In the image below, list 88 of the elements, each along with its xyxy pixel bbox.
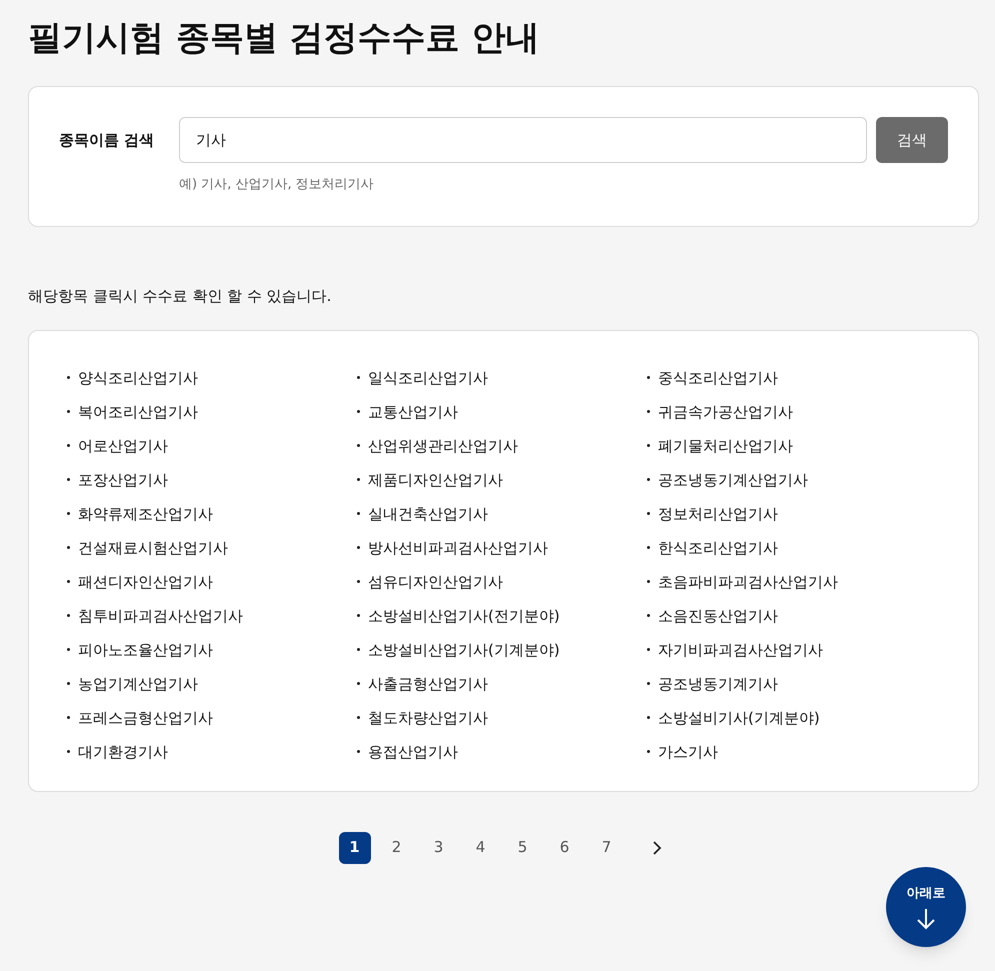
list-link[interactable]: 사출금형산업기사 (357, 672, 647, 694)
bullet-icon (357, 716, 360, 719)
bullet-icon (67, 580, 70, 583)
list-link[interactable]: 실내건축산업기사 (357, 502, 647, 524)
list-link[interactable]: 소방설비산업기사(전기분야) (357, 604, 647, 626)
list-link[interactable]: 건설재료시험산업기사 (67, 536, 357, 558)
bullet-icon (647, 750, 650, 753)
list-link[interactable]: 가스기사 (647, 740, 937, 762)
bullet-icon (647, 716, 650, 719)
bullet-icon (67, 750, 70, 753)
bullet-icon (357, 410, 360, 413)
bullet-icon (67, 682, 70, 685)
list-link[interactable]: 폐기물처리산업기사 (647, 434, 937, 456)
list-link[interactable]: 제품디자인산업기사 (357, 468, 647, 490)
bullet-icon (67, 716, 70, 719)
bullet-icon (357, 376, 360, 379)
bullet-icon (357, 614, 360, 617)
bullet-icon (357, 478, 360, 481)
list-link[interactable]: 패션디자인산업기사 (67, 570, 357, 592)
bullet-icon (67, 478, 70, 481)
bullet-icon (647, 614, 650, 617)
page-button[interactable]: 1 (338, 832, 370, 864)
bullet-icon (647, 682, 650, 685)
list-link[interactable]: 섬유디자인산업기사 (357, 570, 647, 592)
bullet-icon (647, 478, 650, 481)
list-link[interactable]: 포장산업기사 (67, 468, 357, 490)
list-link[interactable]: 초음파비파괴검사산업기사 (647, 570, 937, 592)
list-link[interactable]: 방사선비파괴검사산업기사 (357, 536, 647, 558)
list-link[interactable]: 교통산업기사 (357, 400, 647, 422)
bullet-icon (357, 444, 360, 447)
list-link[interactable]: 양식조리산업기사 (67, 366, 357, 388)
down-arrow-icon (916, 908, 936, 930)
search-button[interactable]: 검색 (876, 117, 948, 163)
bullet-icon (357, 648, 360, 651)
bullet-icon (67, 376, 70, 379)
chevron-right-icon (652, 840, 662, 854)
scroll-down-button[interactable]: 아래로 (886, 867, 966, 947)
bullet-icon (67, 648, 70, 651)
page-button[interactable]: 6 (548, 832, 580, 864)
bullet-icon (647, 376, 650, 379)
bullet-icon (357, 546, 360, 549)
list-link[interactable]: 복어조리산업기사 (67, 400, 357, 422)
bullet-icon (647, 444, 650, 447)
bullet-icon (357, 750, 360, 753)
bullet-icon (647, 410, 650, 413)
list-link[interactable]: 농업기계산업기사 (67, 672, 357, 694)
list-link[interactable]: 자기비파괴검사산업기사 (647, 638, 937, 660)
bullet-icon (67, 444, 70, 447)
list-link[interactable]: 중식조리산업기사 (647, 366, 937, 388)
list-link[interactable]: 화약류제조산업기사 (67, 502, 357, 524)
notice-text: 해당항목 클릭시 수수료 확인 할 수 있습니다. (28, 286, 332, 307)
bullet-icon (357, 580, 360, 583)
bullet-icon (647, 546, 650, 549)
list-link[interactable]: 침투비파괴검사산업기사 (67, 604, 357, 626)
search-field[interactable]: 기사 (179, 117, 867, 163)
list-link[interactable]: 공조냉동기계산업기사 (647, 468, 937, 490)
list-link[interactable]: 귀금속가공산업기사 (647, 400, 937, 422)
list-link[interactable]: 철도차량산업기사 (357, 706, 647, 728)
page-button[interactable]: 4 (464, 832, 496, 864)
list-link[interactable]: 어로산업기사 (67, 434, 357, 456)
page-title: 필기시험 종목별 검정수수료 안내 (28, 17, 541, 60)
page-button[interactable]: 3 (422, 832, 454, 864)
search-hint: 예) 기사, 산업기사, 정보처리기사 (179, 176, 375, 194)
bullet-icon (67, 614, 70, 617)
bullet-icon (357, 512, 360, 515)
list-link[interactable]: 프레스금형산업기사 (67, 706, 357, 728)
bullet-icon (647, 512, 650, 515)
list-link[interactable]: 소음진동산업기사 (647, 604, 937, 626)
page-button[interactable]: 2 (380, 832, 412, 864)
list-link[interactable]: 피아노조율산업기사 (67, 638, 357, 660)
bullet-icon (647, 648, 650, 651)
search-label: 종목이름 검색 (59, 130, 156, 151)
list-link[interactable]: 대기환경기사 (67, 740, 357, 762)
list-link[interactable]: 한식조리산업기사 (647, 536, 937, 558)
list-link[interactable]: 소방설비기사(기계분야) (647, 706, 937, 728)
bullet-icon (647, 580, 650, 583)
list-link[interactable]: 정보처리산업기사 (647, 502, 937, 524)
bullet-icon (67, 410, 70, 413)
page-button[interactable]: 7 (590, 832, 622, 864)
page-button[interactable]: 5 (506, 832, 538, 864)
list-link[interactable]: 일식조리산업기사 (357, 366, 647, 388)
bullet-icon (67, 546, 70, 549)
bullet-icon (67, 512, 70, 515)
list-link[interactable]: 용접산업기사 (357, 740, 647, 762)
bullet-icon (357, 682, 360, 685)
list-link[interactable]: 산업위생관리산업기사 (357, 434, 647, 456)
list-link[interactable]: 소방설비산업기사(기계분야) (357, 638, 647, 660)
list-link[interactable]: 공조냉동기계기사 (647, 672, 937, 694)
